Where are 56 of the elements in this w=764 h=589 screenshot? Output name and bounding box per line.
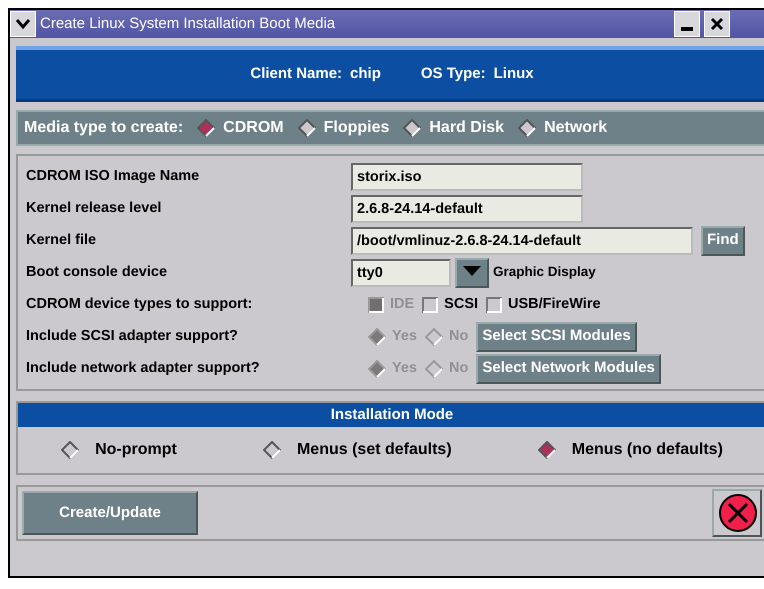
close-icon bbox=[710, 17, 724, 31]
os-type-value: Linux bbox=[494, 64, 534, 84]
radio-label: Yes bbox=[392, 358, 417, 378]
radio-label: Menus (set defaults) bbox=[296, 440, 452, 460]
radio-label: No-prompt bbox=[95, 440, 177, 460]
radio-label: No bbox=[449, 358, 468, 378]
cancel-button[interactable] bbox=[712, 489, 762, 537]
display-label: Graphic Display bbox=[493, 263, 596, 282]
close-button[interactable] bbox=[704, 11, 730, 37]
field-label: Kernel release level bbox=[26, 198, 162, 218]
minimize-icon bbox=[681, 27, 693, 31]
client-name-value: chip bbox=[350, 64, 381, 84]
window-title: Create Linux System Installation Boot Media bbox=[40, 14, 336, 34]
field-label: Boot console device bbox=[26, 262, 168, 282]
select-modules-button[interactable]: Select SCSI Modules bbox=[476, 322, 637, 352]
minimize-button[interactable] bbox=[674, 11, 700, 37]
text-field[interactable]: 2.6.8-24.14-default bbox=[351, 194, 583, 222]
checkbox-label: SCSI bbox=[444, 294, 478, 314]
field-label: CDROM ISO Image Name bbox=[26, 166, 200, 186]
combo-field[interactable]: tty0 bbox=[351, 258, 451, 286]
caret-icon bbox=[461, 264, 483, 278]
radio-label: CDROM bbox=[223, 118, 284, 138]
chevron-down-icon bbox=[15, 18, 31, 30]
checkbox-label: USB/FireWire bbox=[508, 294, 601, 314]
cancel-icon bbox=[718, 493, 758, 533]
radio-button[interactable] bbox=[403, 119, 422, 137]
media-type-label: Media type to create: bbox=[24, 118, 184, 138]
text-field[interactable]: /boot/vmlinuz-2.6.8-24.14-default bbox=[351, 226, 693, 254]
dropdown-button[interactable] bbox=[455, 258, 489, 288]
create-update-button[interactable]: Create/Update bbox=[22, 491, 198, 535]
text-field[interactable]: storix.iso bbox=[351, 162, 583, 190]
menu-button[interactable] bbox=[10, 11, 36, 37]
select-modules-button[interactable]: Select Network Modules bbox=[476, 354, 661, 384]
radio-label: Floppies bbox=[324, 118, 390, 138]
section-header: Installation Mode bbox=[18, 403, 764, 427]
find-button[interactable]: Find bbox=[701, 226, 745, 256]
radio-button[interactable] bbox=[538, 441, 556, 459]
field-label: Include SCSI adapter support? bbox=[26, 326, 239, 346]
radio-label: Menus (no defaults) bbox=[572, 440, 723, 460]
radio-button[interactable] bbox=[518, 119, 536, 137]
radio-button[interactable] bbox=[298, 119, 316, 137]
os-type-label: OS Type: bbox=[420, 64, 486, 84]
field-label: Kernel file bbox=[26, 230, 98, 250]
radio-button[interactable] bbox=[197, 119, 216, 137]
radio-label: Yes bbox=[392, 326, 417, 346]
field-label: Include network adapter support? bbox=[26, 358, 261, 378]
client-name-label: Client Name: bbox=[250, 64, 342, 84]
radio-button[interactable] bbox=[262, 441, 281, 459]
radio-label: Network bbox=[544, 118, 608, 138]
radio-button[interactable] bbox=[61, 441, 80, 459]
checkbox[interactable] bbox=[422, 296, 438, 312]
checkbox-label: IDE bbox=[390, 294, 414, 314]
field-label: CDROM device types to support: bbox=[26, 294, 254, 314]
radio-label: Hard Disk bbox=[429, 118, 504, 138]
checkbox[interactable] bbox=[486, 296, 502, 312]
radio-label: No bbox=[449, 326, 468, 346]
